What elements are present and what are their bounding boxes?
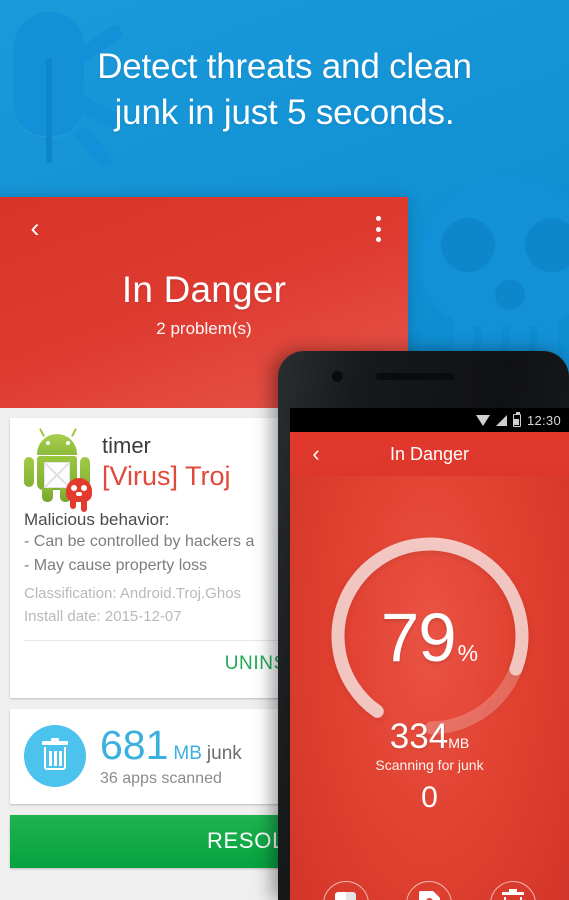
junk-word: junk [206,742,242,764]
nav-item-virus[interactable]: Virus [310,881,382,900]
front-camera-icon [332,371,343,382]
android-robot-icon [24,428,92,512]
gauge-percent-symbol: % [457,640,479,666]
back-icon[interactable]: ‹ [302,440,330,468]
gauge-value: 79 [380,599,457,676]
scan-size-value: 334 [389,717,449,756]
clock: 12:30 [526,412,561,428]
trash-icon [24,725,86,787]
promo-headline: Detect threats and clean junk in just 5 … [0,44,569,136]
signal-icon [495,414,507,426]
scan-size-unit: MB [448,735,470,751]
phone-app-bar: ‹ In Danger [290,432,569,476]
privacy-lock-icon [406,881,453,900]
trash-icon [490,881,537,900]
phone-screen: 12:30 ‹ In Danger 79% 334MB Scanning for… [290,408,569,900]
virus-name: [Virus] Troj [102,460,231,491]
overflow-menu-icon[interactable] [366,213,390,245]
bottom-nav: Virus Privacy Junk [290,881,569,900]
scan-screen-body: 79% 334MB Scanning for junk 0 Virus Priv… [290,476,569,900]
back-icon[interactable]: ‹ [18,211,52,245]
nav-item-junk[interactable]: Junk [477,881,549,900]
phone-mockup: 12:30 ‹ In Danger 79% 334MB Scanning for… [278,351,569,900]
earpiece-speaker [376,373,454,380]
scan-progress-gauge: 79% [323,529,537,743]
gauge-readout: 79% [323,603,537,672]
wifi-icon [475,414,490,426]
skull-icon [421,176,569,358]
status-bar: 12:30 [290,408,569,432]
apps-scanned: 36 apps scanned [100,769,222,787]
headline-line-1: Detect threats and clean [97,47,472,86]
app-name: timer [102,433,151,458]
skull-badge-icon [66,478,92,512]
shield-icon [322,881,369,900]
problem-count: 2 problem(s) [156,319,252,338]
junk-amount: 681 [100,721,169,768]
junk-unit: MB [173,742,202,764]
battery-icon [512,411,521,427]
scan-count: 0 [421,781,438,814]
nav-item-privacy[interactable]: Privacy [393,881,465,900]
page-title: In Danger [121,269,287,310]
phone-page-title: In Danger [389,443,470,464]
headline-line-2: junk in just 5 seconds. [114,93,455,133]
scan-size: 334MB [290,719,569,754]
scan-status-label: Scanning for junk [375,757,484,773]
